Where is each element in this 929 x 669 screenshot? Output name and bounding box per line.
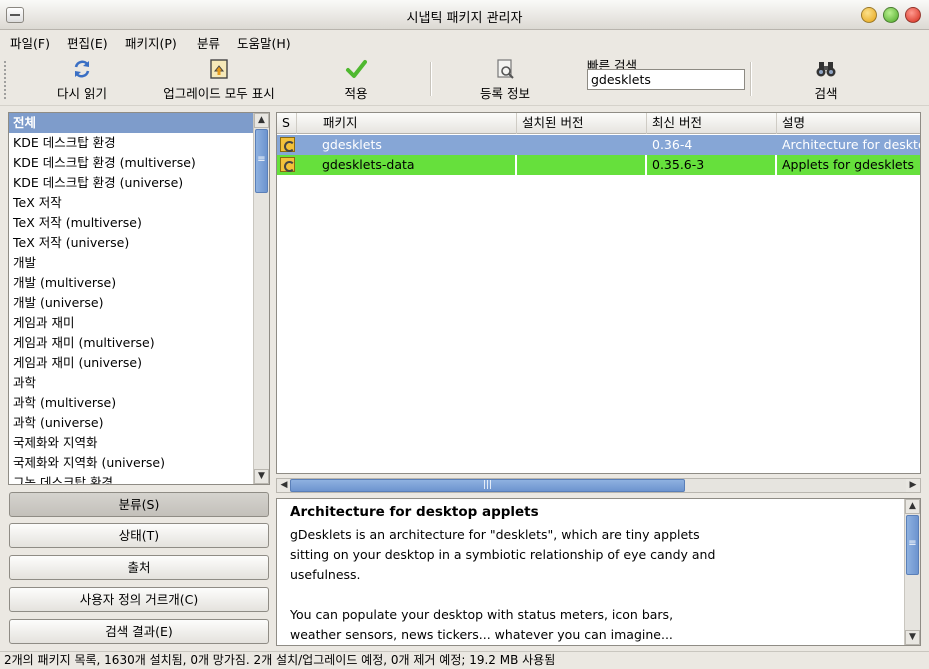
reload-label: 다시 읽기	[57, 86, 107, 101]
properties-icon	[497, 59, 514, 79]
toolbar-separator	[750, 62, 752, 96]
close-icon[interactable]	[905, 7, 921, 23]
menu-edit[interactable]: 편집(E)	[67, 33, 108, 52]
latest-version: 0.36-4	[652, 137, 693, 152]
search-button[interactable]: 검색	[806, 56, 846, 102]
table-row[interactable]: gdesklets-data 0.35.6-3 Applets for gdes…	[277, 155, 920, 175]
category-item[interactable]: 게임과 재미 (multiverse)	[9, 333, 269, 353]
toolbar-grip[interactable]	[3, 60, 7, 100]
installed-version	[517, 155, 647, 175]
package-name: gdesklets	[322, 137, 382, 152]
category-item[interactable]: 전체	[9, 113, 269, 133]
latest-version: 0.35.6-3	[647, 155, 777, 175]
apply-label: 적용	[344, 86, 368, 101]
binoculars-icon	[816, 62, 836, 77]
column-installed-version[interactable]: 설치된 버전	[517, 113, 647, 134]
minimize-icon[interactable]	[861, 7, 877, 23]
description-pane: Architecture for desktop applets gDeskle…	[276, 498, 921, 646]
reload-icon	[74, 60, 90, 78]
title-bar: 시냅틱 패키지 관리자	[0, 0, 929, 30]
window-title: 시냅틱 패키지 관리자	[406, 11, 523, 26]
toolbar-separator	[430, 62, 432, 96]
filter-status-button[interactable]: 상태(T)	[9, 523, 269, 548]
properties-label: 등록 정보	[480, 86, 530, 101]
category-scrollbar[interactable]: ▲ ▼	[253, 113, 269, 484]
checkmark-icon	[346, 60, 367, 78]
scroll-thumb[interactable]	[906, 515, 919, 575]
scroll-down-arrow-icon[interactable]: ▼	[254, 469, 269, 484]
table-header: S 패키지 설치된 버전 최신 버전 설명	[277, 113, 920, 134]
filter-origin-button[interactable]: 출처	[9, 555, 269, 580]
toolbar: 다시 읽기 업그레이드 모두 표시 적용 등록 정보 검색	[0, 52, 929, 106]
scroll-thumb[interactable]	[255, 129, 268, 193]
scroll-thumb[interactable]: |||	[290, 479, 685, 492]
package-name: gdesklets-data	[317, 155, 517, 175]
menu-bar: 파일(F) 편집(E) 패키지(P) 분류 도움말(H)	[0, 30, 929, 52]
reload-button[interactable]: 다시 읽기	[48, 56, 116, 102]
category-item[interactable]: 개발 (multiverse)	[9, 273, 269, 293]
maximize-icon[interactable]	[883, 7, 899, 23]
column-status[interactable]: S	[277, 113, 297, 134]
column-description[interactable]: 설명	[777, 113, 920, 134]
mark-upgrades-button[interactable]: 업그레이드 모두 표시	[153, 56, 285, 102]
description-scrollbar[interactable]: ▲ ▼	[904, 499, 920, 645]
scroll-left-arrow-icon[interactable]: ◀	[277, 479, 291, 492]
scroll-up-arrow-icon[interactable]: ▲	[905, 499, 920, 514]
quick-search-input[interactable]	[587, 69, 745, 90]
upgrade-icon	[210, 59, 228, 79]
package-status-icon[interactable]	[280, 157, 295, 172]
properties-button[interactable]: 등록 정보	[472, 56, 538, 102]
category-item[interactable]: 개발 (universe)	[9, 293, 269, 313]
scroll-right-arrow-icon[interactable]: ▶	[906, 479, 920, 492]
category-item[interactable]: 과학 (multiverse)	[9, 393, 269, 413]
category-item[interactable]: 국제화와 지역화 (universe)	[9, 453, 269, 473]
description-body: gDesklets is an architecture for "deskle…	[290, 527, 716, 642]
mark-upgrades-label: 업그레이드 모두 표시	[163, 86, 275, 101]
description-title: Architecture for desktop applets	[290, 504, 539, 520]
table-row[interactable]: gdesklets 0.36-4 Architecture for deskto…	[277, 135, 920, 155]
filter-custom-button[interactable]: 사용자 정의 거르개(C)	[9, 587, 269, 612]
category-item[interactable]: 게임과 재미 (universe)	[9, 353, 269, 373]
category-item[interactable]: 국제화와 지역화	[9, 433, 269, 453]
category-item[interactable]: 개발	[9, 253, 269, 273]
category-list[interactable]: 전체 KDE 데스크탑 환경 KDE 데스크탑 환경 (multiverse) …	[8, 112, 270, 485]
column-package[interactable]: 패키지	[297, 113, 517, 134]
category-item[interactable]: KDE 데스크탑 환경	[9, 133, 269, 153]
filter-search-results-button[interactable]: 검색 결과(E)	[9, 619, 269, 644]
package-status-icon[interactable]	[280, 137, 295, 152]
scroll-down-arrow-icon[interactable]: ▼	[905, 630, 920, 645]
menu-category[interactable]: 분류	[197, 33, 220, 52]
menu-package[interactable]: 패키지(P)	[125, 33, 177, 52]
package-description: Applets for gdesklets	[782, 157, 915, 172]
filter-sections-button[interactable]: 분류(S)	[9, 492, 269, 517]
package-description: Architecture for desktop applets	[782, 137, 920, 152]
category-item[interactable]: TeX 저작	[9, 193, 269, 213]
installed-version	[517, 135, 647, 155]
category-item[interactable]: 게임과 재미	[9, 313, 269, 333]
category-item[interactable]: KDE 데스크탑 환경 (multiverse)	[9, 153, 269, 173]
status-bar: 2개의 패키지 목록, 1630개 설치됨, 0개 망가짐. 2개 설치/업그레…	[0, 651, 929, 669]
category-item[interactable]: 그놈 데스크탑 환경	[9, 473, 269, 484]
category-item[interactable]: TeX 저작 (universe)	[9, 233, 269, 253]
search-label: 검색	[814, 86, 838, 101]
category-item[interactable]: 과학 (universe)	[9, 413, 269, 433]
apply-button[interactable]: 적용	[330, 56, 382, 102]
category-item[interactable]: KDE 데스크탑 환경 (universe)	[9, 173, 269, 193]
package-table: S 패키지 설치된 버전 최신 버전 설명 gdesklets 0.36-4 A…	[276, 112, 921, 474]
menu-file[interactable]: 파일(F)	[10, 33, 50, 52]
category-item[interactable]: TeX 저작 (multiverse)	[9, 213, 269, 233]
menu-help[interactable]: 도움말(H)	[237, 33, 291, 52]
scroll-up-arrow-icon[interactable]: ▲	[254, 113, 269, 128]
category-item[interactable]: 과학	[9, 373, 269, 393]
column-latest-version[interactable]: 최신 버전	[647, 113, 777, 134]
table-horizontal-scrollbar[interactable]: ◀ ||| ▶	[276, 478, 921, 493]
